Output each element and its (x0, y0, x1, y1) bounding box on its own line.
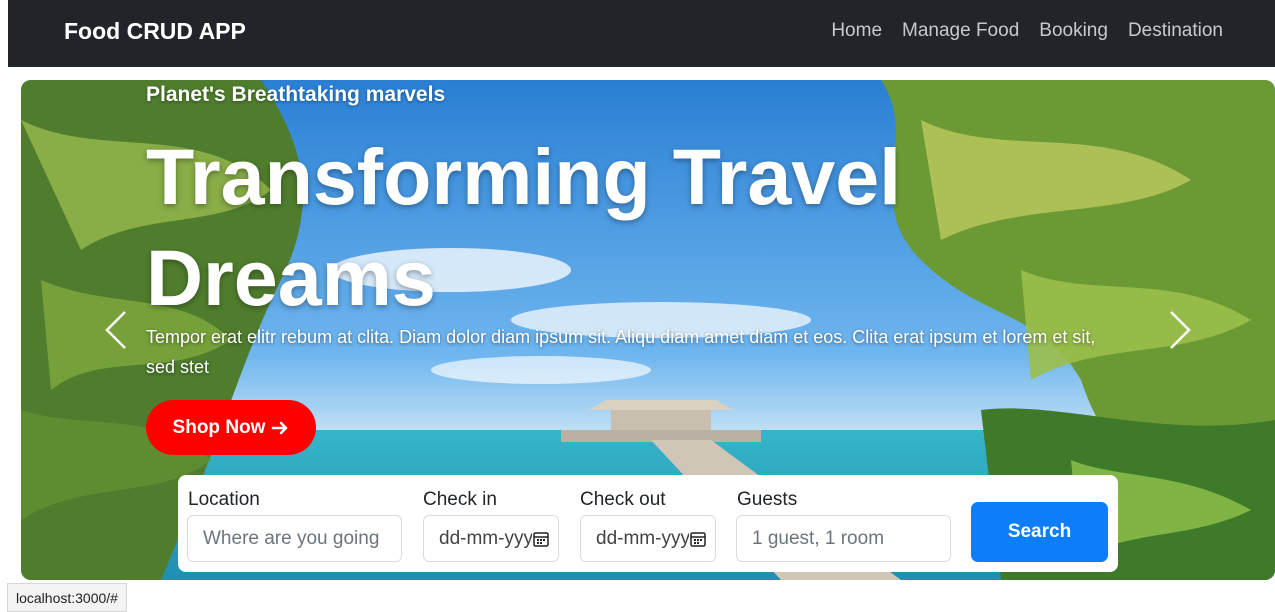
nav-link-manage-food[interactable]: Manage Food (902, 20, 1019, 42)
calendar-icon[interactable] (689, 530, 707, 548)
nav-links: Home Manage Food Booking Destination (831, 20, 1223, 42)
checkin-label: Check in (423, 489, 497, 510)
hero-description: Tempor erat elitr rebum at clita. Diam d… (146, 327, 1096, 377)
checkout-value: dd-mm-yyyy (596, 527, 689, 549)
calendar-icon[interactable] (532, 530, 550, 548)
hero-subtitle: Planet's Breathtaking marvels (146, 83, 446, 106)
shop-now-button[interactable]: Shop Now (146, 400, 316, 455)
hero-headline: Transforming Travel Dreams (146, 126, 1046, 328)
nav-link-destination[interactable]: Destination (1128, 20, 1223, 42)
search-button[interactable]: Search (971, 502, 1108, 562)
arrow-right-icon (272, 421, 288, 434)
chevron-right-icon (1170, 311, 1191, 349)
hero-headline-line2: Dreams (146, 233, 436, 322)
nav-link-booking[interactable]: Booking (1039, 20, 1108, 42)
location-input[interactable] (203, 527, 401, 550)
guests-label: Guests (737, 489, 798, 510)
checkout-label: Check out (580, 489, 666, 510)
carousel-next-button[interactable] (1165, 308, 1195, 352)
navbar: Food CRUD APP Home Manage Food Booking D… (8, 0, 1275, 67)
brand-link[interactable]: Food CRUD APP (64, 18, 246, 45)
checkout-input[interactable]: dd-mm-yyyy (580, 515, 716, 562)
location-label: Location (188, 489, 260, 510)
guests-input[interactable] (752, 527, 950, 550)
shop-now-label: Shop Now (172, 416, 266, 438)
nav-link-home[interactable]: Home (831, 20, 882, 42)
checkin-input[interactable]: dd-mm-yyyy (423, 515, 559, 562)
hero-headline-line1: Transforming Travel (146, 132, 902, 221)
location-field-wrapper (187, 515, 402, 562)
checkin-value: dd-mm-yyyy (439, 527, 532, 549)
status-bar-url: localhost:3000/# (7, 583, 127, 612)
guests-field-wrapper (736, 515, 951, 562)
carousel-prev-button[interactable] (101, 308, 131, 352)
booking-search-panel: Location Check in dd-mm-yyyy Check out d… (178, 475, 1118, 572)
chevron-left-icon (105, 311, 126, 349)
